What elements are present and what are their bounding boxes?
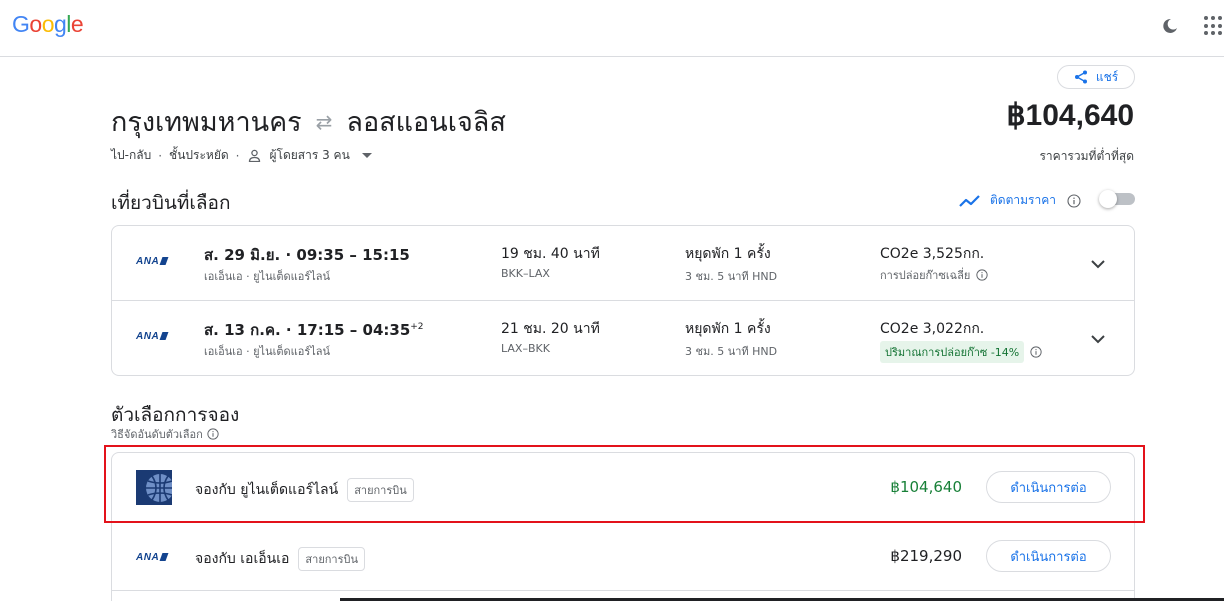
- flight-co2: CO2e 3,022กก.: [880, 321, 985, 337]
- booking-options-list: จองกับ ยูไนเต็ดแอร์ไลน์ สายการบิน ฿104,6…: [111, 452, 1135, 601]
- option-name: จองกับ ยูไนเต็ดแอร์ไลน์ สายการบิน: [195, 478, 414, 502]
- flight-airlines: เอเอ็นเอ · ยูไนเต็ดแอร์ไลน์: [204, 345, 331, 358]
- info-icon[interactable]: [1067, 193, 1081, 208]
- flight-stop-info: 3 ชม. 5 นาที HND: [685, 270, 778, 283]
- logo-letter: o: [41, 11, 55, 37]
- person-icon: [248, 149, 261, 162]
- flight-stops: หยุดพัก 1 ครั้ง: [685, 321, 771, 337]
- sort-note[interactable]: วิธีจัดอันดับตัวเลือก: [111, 425, 219, 443]
- flight-airlines: เอเอ็นเอ · ยูไนเต็ดแอร์ไลน์: [204, 270, 331, 283]
- booking-option-ana[interactable]: ANA จองกับ เอเอ็นเอ สายการบิน ฿219,290 ด…: [112, 522, 1134, 591]
- separator-dot: ·: [158, 148, 163, 163]
- ana-logo: ANA: [136, 552, 169, 563]
- booking-option-united[interactable]: จองกับ ยูไนเต็ดแอร์ไลน์ สายการบิน ฿104,6…: [112, 453, 1134, 522]
- info-icon[interactable]: [1030, 346, 1042, 358]
- swap-arrows-icon: ⇄: [315, 109, 333, 134]
- chevron-down-icon[interactable]: [1088, 329, 1108, 349]
- route-title: กรุงเทพมหานคร ⇄ ลอสแอนเจลิส: [111, 100, 506, 143]
- destination-city: ลอสแอนเจลิส: [346, 107, 506, 138]
- trip-type: ไป-กลับ: [111, 148, 152, 162]
- track-prices[interactable]: ติดตามราคา: [958, 191, 1081, 210]
- emission-note: การปล่อยก๊าซเฉลี่ย: [880, 266, 988, 284]
- info-icon: [207, 428, 219, 440]
- flight-row-outbound[interactable]: ANA ส. 29 มิ.ย. · 09:35 – 15:15 เอเอ็นเอ…: [112, 226, 1134, 301]
- apps-grid-icon[interactable]: [1204, 16, 1224, 36]
- flight-date-time: ส. 13 ก.ค. · 17:15 – 04:35+2: [204, 321, 424, 339]
- emission-badge: ปริมาณการปล่อยก๊าซ -14%: [880, 341, 1025, 363]
- united-airlines-globe-icon: [136, 470, 172, 505]
- flight-co2: CO2e 3,525กก.: [880, 246, 985, 262]
- share-button[interactable]: แชร์: [1057, 65, 1135, 89]
- option-name: จองกับ เอเอ็นเอ สายการบิน: [195, 547, 366, 571]
- cabin-class: ชั้นประหยัด: [169, 148, 229, 162]
- flight-stops: หยุดพัก 1 ครั้ง: [685, 246, 771, 262]
- chevron-down-icon[interactable]: [361, 152, 372, 159]
- flight-route: BKK–LAX: [501, 267, 550, 280]
- logo-letter: g: [53, 11, 67, 37]
- origin-city: กรุงเทพมหานคร: [111, 107, 302, 138]
- separator-dot: ·: [235, 148, 240, 163]
- chevron-down-icon[interactable]: [1088, 254, 1108, 274]
- ana-logo: ANA: [136, 331, 169, 342]
- passenger-count[interactable]: ผู้โดยสาร 3 คน: [269, 146, 349, 165]
- info-icon[interactable]: [976, 269, 988, 281]
- google-logo[interactable]: Google: [12, 11, 84, 38]
- logo-letter: e: [70, 11, 84, 37]
- ana-logo: ANA: [136, 256, 169, 267]
- logo-letter: o: [29, 11, 42, 37]
- flight-duration: 19 ชม. 40 นาที: [501, 246, 600, 262]
- flight-duration: 21 ชม. 20 นาที: [501, 321, 600, 337]
- trip-meta: ไป-กลับ · ชั้นประหยัด · ผู้โดยสาร 3 คน: [111, 146, 372, 165]
- option-price: ฿104,640: [890, 478, 962, 496]
- option-price: ฿219,290: [890, 547, 962, 565]
- continue-button[interactable]: ดำเนินการต่อ: [986, 540, 1111, 572]
- dark-theme-icon[interactable]: [1160, 16, 1180, 36]
- track-prices-label: ติดตามราคา: [990, 193, 1056, 207]
- toggle-knob: [1099, 190, 1117, 208]
- share-icon: [1074, 70, 1087, 84]
- emission-note: ปริมาณการปล่อยก๊าซ -14%: [880, 341, 1042, 363]
- selected-flights-title: เที่ยวบินที่เลือก: [111, 192, 231, 214]
- flight-row-return[interactable]: ANA ส. 13 ก.ค. · 17:15 – 04:35+2 เอเอ็นเ…: [112, 301, 1134, 376]
- trend-line-icon: [959, 194, 980, 207]
- continue-button[interactable]: ดำเนินการต่อ: [986, 471, 1111, 503]
- total-price: ฿104,640: [1006, 99, 1134, 132]
- airline-chip: สายการบิน: [347, 478, 414, 502]
- top-bar: Google: [0, 0, 1224, 57]
- track-prices-toggle[interactable]: [1099, 190, 1135, 208]
- flight-stop-info: 3 ชม. 5 นาที HND: [685, 345, 778, 358]
- logo-letter: G: [12, 11, 30, 37]
- selected-flights-card: ANA ส. 29 มิ.ย. · 09:35 – 15:15 เอเอ็นเอ…: [111, 225, 1135, 376]
- airline-chip: สายการบิน: [298, 547, 366, 571]
- share-label: แชร์: [1095, 69, 1119, 84]
- total-price-label: ราคารวมที่ต่ำที่สุด: [1039, 149, 1134, 163]
- flight-date-time: ส. 29 มิ.ย. · 09:35 – 15:15: [204, 246, 410, 264]
- flight-route: LAX–BKK: [501, 342, 550, 355]
